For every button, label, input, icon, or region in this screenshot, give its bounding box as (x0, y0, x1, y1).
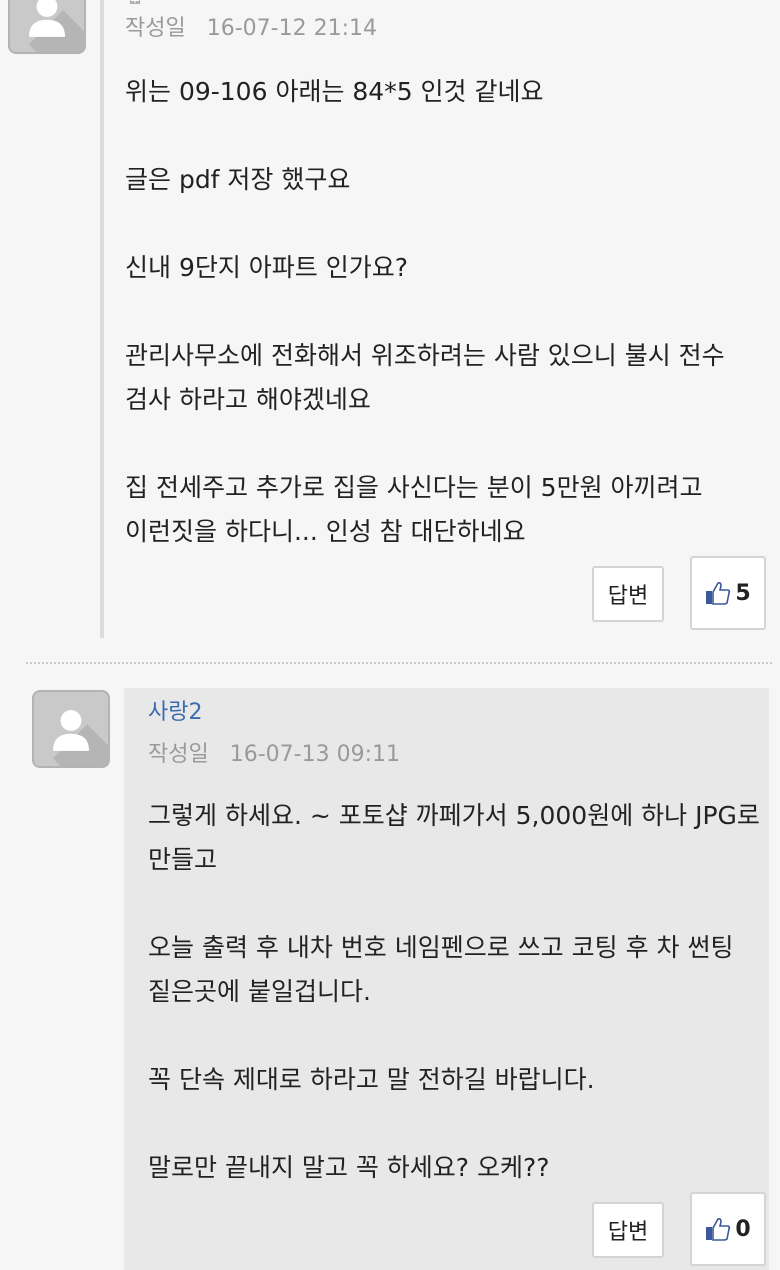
comment-paragraph: 그렇게 하세요. ~ 포토샵 까페가서 5,000원에 하나 JPG로 만들고 (148, 801, 760, 874)
thumbs-up-icon (706, 1218, 731, 1241)
comment-body: 위는 09-106 아래는 84*5 인것 같네요 글은 pdf 저장 했구요 … (125, 70, 770, 554)
reply-button-label: 답변 (607, 1220, 649, 1245)
comment-paragraph: 꼭 단속 제대로 하라고 말 전하길 바랍니다. (148, 1065, 595, 1094)
comment-paragraph: 집 전세주고 추가로 집을 사신다는 분이 5만원 아끼려고 이런짓을 하다니.… (125, 473, 703, 546)
comment-date: 16-07-12 21:14 (206, 16, 377, 41)
comment-paragraph: 오늘 출력 후 내차 번호 네임펜으로 쓰고 코팅 후 차 썬팅 짙은곳에 붙일… (148, 933, 734, 1006)
comment-paragraph: 말로만 끝내지 말고 꼭 하세요? 오케?? (148, 1153, 550, 1182)
comment-date: 16-07-13 09:11 (229, 742, 400, 767)
avatar-placeholder-icon (28, 0, 84, 52)
reply-button[interactable]: 답변 (592, 1202, 664, 1258)
comment-body: 그렇게 하세요. ~ 포토샵 까페가서 5,000원에 하나 JPG로 만들고 … (148, 794, 763, 1190)
like-count: 0 (735, 1216, 751, 1242)
like-button[interactable]: 0 (690, 1192, 766, 1266)
reply-button[interactable]: 답변 (592, 566, 664, 622)
comment-paragraph: 위는 09-106 아래는 84*5 인것 같네요 (125, 77, 544, 106)
date-label: 작성일 (148, 742, 209, 767)
date-label: 작성일 (125, 16, 186, 41)
thumbs-up-icon (706, 582, 731, 605)
comment-paragraph: 관리사무소에 전화해서 위조하려는 사람 있으니 불시 전수 검사 하라고 해야… (125, 341, 725, 414)
comment-separator (26, 662, 772, 664)
comment-paragraph: 신내 9단지 아파트 인가요? (125, 253, 409, 282)
avatar[interactable] (32, 690, 110, 768)
comment-meta: 작성일 16-07-13 09:11 (148, 736, 400, 768)
comment-meta: 작성일 16-07-12 21:14 (125, 10, 377, 42)
comment-1: 작성일 16-07-12 21:14 위는 09-106 아래는 84*5 인것… (0, 0, 780, 640)
lock-icon (130, 0, 140, 4)
reply-button-label: 답변 (607, 584, 649, 609)
avatar-placeholder-icon (52, 710, 108, 766)
comment-paragraph: 글은 pdf 저장 했구요 (125, 165, 351, 194)
like-button[interactable]: 5 (690, 556, 766, 630)
avatar[interactable] (8, 0, 86, 54)
thread-indent-line (100, 0, 104, 638)
like-count: 5 (735, 580, 751, 606)
comment-author[interactable]: 사랑2 (148, 694, 202, 726)
